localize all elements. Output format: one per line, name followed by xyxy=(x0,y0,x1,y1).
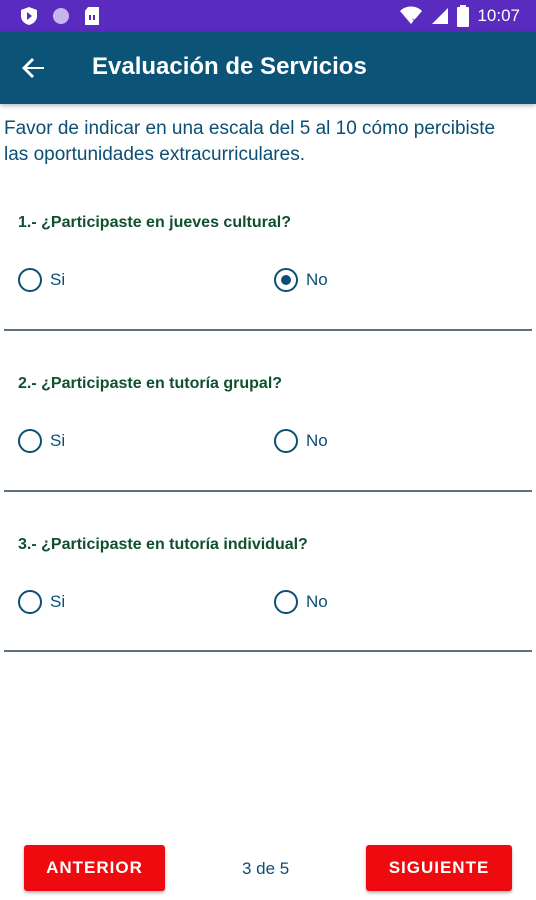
circle-icon xyxy=(53,8,69,24)
anterior-button[interactable]: ANTERIOR xyxy=(24,845,165,891)
option-label: Si xyxy=(50,270,66,289)
option-label: No xyxy=(306,270,328,289)
app-bar: Evaluación de Servicios xyxy=(0,32,536,104)
signal-icon xyxy=(432,8,449,24)
page-title: Evaluación de Servicios xyxy=(92,53,367,80)
question-2: 2.- ¿Participaste en tutoría grupal? xyxy=(18,375,283,392)
divider xyxy=(4,490,532,492)
intro-text: Favor de indicar en una escala del 5 al … xyxy=(4,118,496,165)
option-label: Si xyxy=(50,431,66,450)
status-left-icons xyxy=(20,6,100,26)
divider xyxy=(4,650,532,652)
question-1: 1.- ¿Participaste en jueves cultural? xyxy=(18,214,291,231)
sim-card-icon xyxy=(85,7,99,25)
q2-option-si[interactable]: Si xyxy=(18,429,65,453)
radio-button[interactable] xyxy=(18,268,42,292)
question-3: 3.- ¿Participaste en tutoría individual? xyxy=(18,536,308,553)
svg-text:x: x xyxy=(412,16,416,25)
option-label: No xyxy=(306,431,328,450)
shield-icon xyxy=(21,7,37,25)
option-label: Si xyxy=(50,592,66,611)
q2-option-no[interactable]: No xyxy=(274,429,328,453)
radio-button[interactable] xyxy=(274,429,298,453)
page-indicator: 3 de 5 xyxy=(242,859,290,878)
wifi-icon: x xyxy=(400,6,423,25)
q3-option-no[interactable]: No xyxy=(274,590,328,614)
status-time: 10:07 xyxy=(477,6,520,25)
radio-button[interactable] xyxy=(18,590,42,614)
radio-button[interactable] xyxy=(274,590,298,614)
status-bar: x 10:07 xyxy=(0,0,536,32)
battery-icon xyxy=(457,5,470,27)
q1-option-no[interactable]: No xyxy=(274,268,328,292)
radio-button[interactable] xyxy=(18,429,42,453)
arrow-back-icon[interactable] xyxy=(20,54,48,82)
divider xyxy=(4,329,532,331)
radio-button-selected[interactable] xyxy=(274,268,298,292)
q1-option-si[interactable]: Si xyxy=(18,268,65,292)
q3-option-si[interactable]: Si xyxy=(18,590,65,614)
status-right-icons: x 10:07 xyxy=(399,5,520,27)
siguiente-button[interactable]: SIGUIENTE xyxy=(366,845,512,891)
option-label: No xyxy=(306,592,328,611)
